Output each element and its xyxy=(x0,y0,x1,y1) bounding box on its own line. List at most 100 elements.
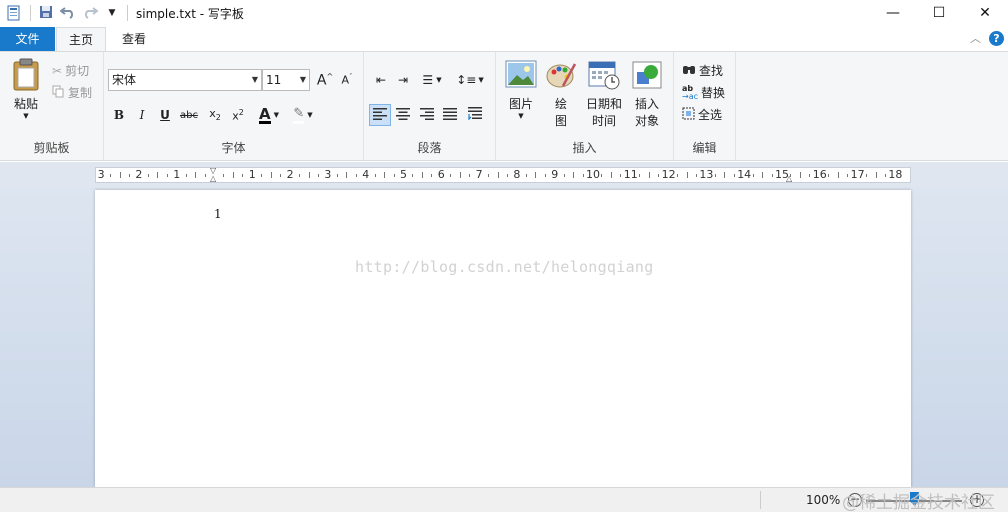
minimize-ribbon-icon[interactable]: ︿ xyxy=(970,30,981,46)
ruler-number: 18 xyxy=(888,168,903,181)
font-size-value: 11 xyxy=(266,73,282,87)
ruler-tick xyxy=(790,174,792,177)
superscript-button[interactable]: x2 xyxy=(227,104,249,126)
insert-object-button[interactable]: 插入 对象 xyxy=(628,60,666,129)
ruler-number: 2 xyxy=(286,168,294,181)
font-size-select[interactable]: 11 ▼ xyxy=(262,69,310,91)
help-icon[interactable]: ? xyxy=(989,30,1004,46)
ruler-tick xyxy=(346,172,348,178)
ruler-number: 7 xyxy=(475,168,483,181)
ruler-tick xyxy=(488,174,490,177)
ribbon-tabs: 文件 主页 查看 ︿ ? xyxy=(0,27,1008,52)
find-label: 查找 xyxy=(699,64,724,78)
text-color-icon: A xyxy=(259,104,271,124)
strikethrough-button[interactable]: abc xyxy=(178,104,200,126)
find-button[interactable]: 查找 xyxy=(682,62,723,79)
maximize-button[interactable]: ☐ xyxy=(916,0,962,26)
highlight-color-button[interactable]: ✎ ▼ xyxy=(288,104,318,126)
horizontal-ruler[interactable]: ▽ △ △ 3 2 1 1 2 3 4 5 6 7 8 9 10 11 12 13 14 15 16 17 18 xyxy=(95,166,911,183)
ruler-tick xyxy=(299,174,301,177)
tab-file[interactable]: 文件 xyxy=(0,27,55,51)
paint-palette-icon xyxy=(545,63,577,93)
chevron-down-icon: ▼ xyxy=(108,8,116,18)
align-center-button[interactable] xyxy=(392,104,414,126)
minimize-button[interactable]: — xyxy=(870,0,916,26)
insert-object-icon xyxy=(631,61,663,93)
cut-button[interactable]: ✂ 剪切 xyxy=(52,62,89,79)
ruler-tick xyxy=(573,172,575,178)
replace-button[interactable]: ab →ac 替换 xyxy=(682,84,725,101)
increase-indent-button[interactable]: ⇥ xyxy=(392,69,414,91)
align-right-button[interactable] xyxy=(416,104,438,126)
save-button[interactable] xyxy=(35,2,57,24)
paste-button[interactable]: 粘贴 ▼ xyxy=(6,58,46,120)
ruler-tick xyxy=(223,174,225,177)
bold-button[interactable]: B xyxy=(108,104,130,126)
ruler-tick xyxy=(525,174,527,177)
ruler-number: 17 xyxy=(850,168,865,181)
paragraph-icon xyxy=(468,107,482,123)
object-label-line1: 插入 xyxy=(634,97,659,111)
customize-quick-access-button[interactable]: ▼ xyxy=(101,2,123,24)
underline-button[interactable]: U xyxy=(154,104,176,126)
ruler-tick xyxy=(837,172,839,178)
title-separator xyxy=(30,5,31,21)
ruler-tick xyxy=(762,172,764,178)
tab-home[interactable]: 主页 xyxy=(56,27,106,52)
justify-button[interactable] xyxy=(439,104,461,126)
tab-view[interactable]: 查看 xyxy=(110,27,158,51)
paragraph-settings-button[interactable] xyxy=(464,104,486,126)
grow-font-button[interactable]: A^ xyxy=(314,69,336,91)
insert-group: 图片 ▼ 绘 图 日期和 时间 插入 对象 插入 xyxy=(496,52,674,160)
select-all-button[interactable]: 全选 xyxy=(682,106,722,123)
chevron-down-icon: ▼ xyxy=(478,76,484,84)
binoculars-icon xyxy=(682,63,696,78)
ruler-tick xyxy=(497,172,499,178)
italic-button[interactable]: I xyxy=(131,104,153,126)
ruler-tick xyxy=(686,172,688,178)
ruler-tick xyxy=(866,174,868,177)
redo-icon xyxy=(82,5,99,22)
ruler-number: 11 xyxy=(623,168,638,181)
document-text[interactable]: 1 xyxy=(214,207,222,221)
blog-watermark: http://blog.csdn.net/helongqiang xyxy=(355,258,654,276)
grow-font-icon: A^ xyxy=(316,71,334,89)
decrease-indent-button[interactable]: ⇤ xyxy=(370,69,392,91)
bold-icon: B xyxy=(113,108,125,122)
document-page[interactable]: 1 http://blog.csdn.net/helongqiang xyxy=(95,190,911,487)
ruler-number: 6 xyxy=(437,168,445,181)
insert-picture-button[interactable]: 图片 ▼ xyxy=(502,60,540,120)
insert-group-label: 插入 xyxy=(572,141,597,155)
ruler-tick xyxy=(639,174,641,177)
ruler-tick xyxy=(620,174,622,177)
ruler-tick xyxy=(270,172,272,178)
picture-icon xyxy=(505,60,537,93)
ruler-number: 8 xyxy=(513,168,521,181)
ruler-number: 1 xyxy=(248,168,256,181)
bullet-list-button[interactable]: ☰ ▼ xyxy=(416,69,448,91)
shrink-font-button[interactable]: Aˇ xyxy=(336,69,358,91)
ruler-tick xyxy=(431,174,433,177)
redo-button[interactable] xyxy=(79,2,101,24)
close-button[interactable]: ✕ xyxy=(962,0,1008,26)
undo-button[interactable] xyxy=(57,2,79,24)
font-family-value: 宋体 xyxy=(112,73,137,87)
hanging-indent-marker[interactable]: △ xyxy=(210,174,216,183)
line-spacing-button[interactable]: ↕≡ ▼ xyxy=(454,69,486,91)
copy-button[interactable]: 复制 xyxy=(52,84,92,101)
wordpad-app-icon[interactable] xyxy=(6,5,22,21)
date-time-button[interactable]: 日期和 时间 xyxy=(582,60,626,129)
ruler-tick xyxy=(128,174,130,177)
ruler-tick xyxy=(459,172,461,178)
align-left-button[interactable] xyxy=(369,104,391,126)
justify-icon xyxy=(443,107,457,123)
paint-drawing-button[interactable]: 绘 图 xyxy=(544,60,578,129)
text-color-button[interactable]: A ▼ xyxy=(254,104,284,126)
cut-label: 剪切 xyxy=(65,64,90,78)
subscript-button[interactable]: x2 xyxy=(204,104,226,126)
picture-label: 图片 xyxy=(508,97,533,111)
chevron-down-icon: ▼ xyxy=(299,75,306,84)
font-family-select[interactable]: 宋体 ▼ xyxy=(108,69,262,91)
paragraph-group-label: 段落 xyxy=(417,141,442,155)
align-center-icon xyxy=(396,107,410,123)
